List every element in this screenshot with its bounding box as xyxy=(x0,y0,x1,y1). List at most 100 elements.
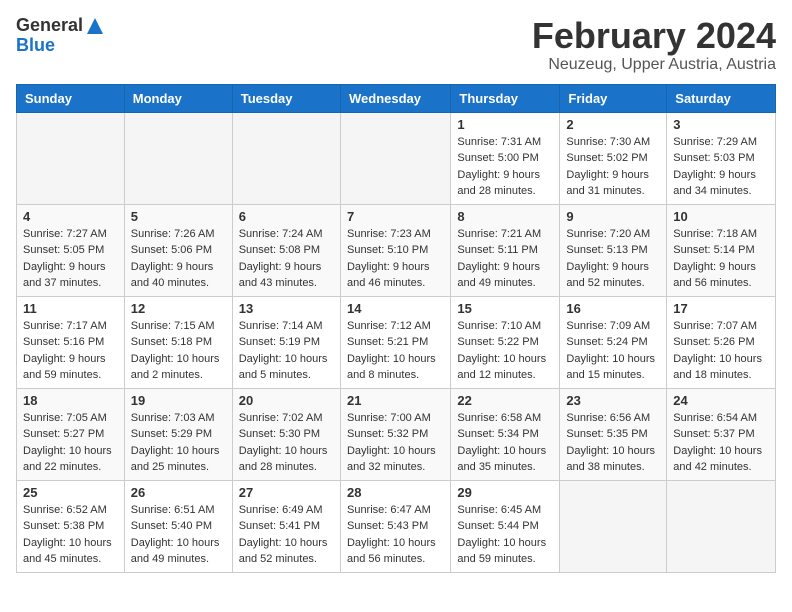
day-info: Sunrise: 7:10 AMSunset: 5:22 PMDaylight:… xyxy=(457,318,553,384)
calendar-cell: 13 Sunrise: 7:14 AMSunset: 5:19 PMDayligh… xyxy=(232,296,340,388)
calendar-cell: 12Sunrise: 7:15 AMSunset: 5:18 PMDayligh… xyxy=(124,296,232,388)
day-number: 28 xyxy=(347,485,444,500)
day-info: Sunrise: 7:21 AMSunset: 5:11 PMDaylight:… xyxy=(457,226,553,292)
day-number: 8 xyxy=(457,209,553,224)
day-info: Sunrise: 7:07 AMSunset: 5:26 PMDaylight:… xyxy=(673,318,769,384)
day-info: Sunrise: 7:24 AMSunset: 5:08 PMDaylight:… xyxy=(239,226,334,292)
day-number: 3 xyxy=(673,117,769,132)
day-info: Sunrise: 6:54 AMSunset: 5:37 PMDaylight:… xyxy=(673,410,769,476)
title-section: February 2024 Neuzeug, Upper Austria, Au… xyxy=(532,16,776,74)
day-info: Sunrise: 7:30 AMSunset: 5:02 PMDaylight:… xyxy=(566,134,660,200)
day-number: 14 xyxy=(347,301,444,316)
day-number: 20 xyxy=(239,393,334,408)
calendar-cell: 17 Sunrise: 7:07 AMSunset: 5:26 PMDayligh… xyxy=(667,296,776,388)
day-number: 12 xyxy=(131,301,226,316)
day-number: 27 xyxy=(239,485,334,500)
day-info: Sunrise: 6:52 AMSunset: 5:38 PMDaylight:… xyxy=(23,502,118,568)
day-info: Sunrise: 6:56 AMSunset: 5:35 PMDaylight:… xyxy=(566,410,660,476)
logo-icon xyxy=(85,16,105,36)
day-number: 2 xyxy=(566,117,660,132)
calendar-cell: 28 Sunrise: 6:47 AMSunset: 5:43 PMDayligh… xyxy=(340,480,450,572)
calendar-table: Sunday Monday Tuesday Wednesday Thursday… xyxy=(16,84,776,573)
calendar-cell xyxy=(340,112,450,204)
calendar-cell: 8 Sunrise: 7:21 AMSunset: 5:11 PMDaylight… xyxy=(451,204,560,296)
calendar-cell: 26Sunrise: 6:51 AMSunset: 5:40 PMDayligh… xyxy=(124,480,232,572)
calendar-week-4: 18 Sunrise: 7:05 AMSunset: 5:27 PMDayligh… xyxy=(17,388,776,480)
calendar-cell: 10Sunrise: 7:18 AMSunset: 5:14 PMDayligh… xyxy=(667,204,776,296)
day-number: 21 xyxy=(347,393,444,408)
col-sunday: Sunday xyxy=(17,84,125,112)
calendar-cell: 25 Sunrise: 6:52 AMSunset: 5:38 PMDayligh… xyxy=(17,480,125,572)
day-number: 4 xyxy=(23,209,118,224)
calendar-cell: 4Sunrise: 7:27 AMSunset: 5:05 PMDaylight… xyxy=(17,204,125,296)
calendar-cell xyxy=(124,112,232,204)
day-info: Sunrise: 7:00 AMSunset: 5:32 PMDaylight:… xyxy=(347,410,444,476)
calendar-cell: 14Sunrise: 7:12 AMSunset: 5:21 PMDayligh… xyxy=(340,296,450,388)
day-number: 1 xyxy=(457,117,553,132)
day-info: Sunrise: 7:29 AMSunset: 5:03 PMDaylight:… xyxy=(673,134,769,200)
calendar-cell: 16Sunrise: 7:09 AMSunset: 5:24 PMDayligh… xyxy=(560,296,667,388)
calendar-cell: 15 Sunrise: 7:10 AMSunset: 5:22 PMDayligh… xyxy=(451,296,560,388)
day-number: 11 xyxy=(23,301,118,316)
day-info: Sunrise: 7:09 AMSunset: 5:24 PMDaylight:… xyxy=(566,318,660,384)
day-number: 9 xyxy=(566,209,660,224)
calendar-cell: 24 Sunrise: 6:54 AMSunset: 5:37 PMDayligh… xyxy=(667,388,776,480)
calendar-cell xyxy=(232,112,340,204)
calendar-cell: 6 Sunrise: 7:24 AMSunset: 5:08 PMDaylight… xyxy=(232,204,340,296)
calendar-week-1: 1 Sunrise: 7:31 AMSunset: 5:00 PMDaylight… xyxy=(17,112,776,204)
calendar-cell: 9 Sunrise: 7:20 AMSunset: 5:13 PMDaylight… xyxy=(560,204,667,296)
calendar-cell: 29 Sunrise: 6:45 AMSunset: 5:44 PMDayligh… xyxy=(451,480,560,572)
month-title: February 2024 xyxy=(532,16,776,56)
calendar-cell xyxy=(17,112,125,204)
day-number: 13 xyxy=(239,301,334,316)
day-number: 29 xyxy=(457,485,553,500)
calendar-cell: 3 Sunrise: 7:29 AMSunset: 5:03 PMDaylight… xyxy=(667,112,776,204)
day-info: Sunrise: 6:47 AMSunset: 5:43 PMDaylight:… xyxy=(347,502,444,568)
calendar-week-5: 25 Sunrise: 6:52 AMSunset: 5:38 PMDayligh… xyxy=(17,480,776,572)
calendar-header-row: Sunday Monday Tuesday Wednesday Thursday… xyxy=(17,84,776,112)
calendar-cell: 7 Sunrise: 7:23 AMSunset: 5:10 PMDaylight… xyxy=(340,204,450,296)
calendar-cell xyxy=(560,480,667,572)
calendar-cell: 27Sunrise: 6:49 AMSunset: 5:41 PMDayligh… xyxy=(232,480,340,572)
calendar-cell: 23Sunrise: 6:56 AMSunset: 5:35 PMDayligh… xyxy=(560,388,667,480)
logo-blue-text: Blue xyxy=(16,36,105,56)
day-info: Sunrise: 7:20 AMSunset: 5:13 PMDaylight:… xyxy=(566,226,660,292)
col-wednesday: Wednesday xyxy=(340,84,450,112)
calendar-cell: 22 Sunrise: 6:58 AMSunset: 5:34 PMDayligh… xyxy=(451,388,560,480)
logo-general-text: General xyxy=(16,16,83,36)
day-info: Sunrise: 7:02 AMSunset: 5:30 PMDaylight:… xyxy=(239,410,334,476)
day-info: Sunrise: 7:14 AMSunset: 5:19 PMDaylight:… xyxy=(239,318,334,384)
calendar-cell: 18 Sunrise: 7:05 AMSunset: 5:27 PMDayligh… xyxy=(17,388,125,480)
day-info: Sunrise: 6:45 AMSunset: 5:44 PMDaylight:… xyxy=(457,502,553,568)
day-info: Sunrise: 7:26 AMSunset: 5:06 PMDaylight:… xyxy=(131,226,226,292)
calendar-cell: 21 Sunrise: 7:00 AMSunset: 5:32 PMDayligh… xyxy=(340,388,450,480)
calendar-cell: 20 Sunrise: 7:02 AMSunset: 5:30 PMDayligh… xyxy=(232,388,340,480)
calendar-cell: 1 Sunrise: 7:31 AMSunset: 5:00 PMDaylight… xyxy=(451,112,560,204)
col-friday: Friday xyxy=(560,84,667,112)
day-number: 10 xyxy=(673,209,769,224)
day-number: 18 xyxy=(23,393,118,408)
day-number: 25 xyxy=(23,485,118,500)
calendar-cell: 11Sunrise: 7:17 AMSunset: 5:16 PMDayligh… xyxy=(17,296,125,388)
col-monday: Monday xyxy=(124,84,232,112)
calendar-cell: 19Sunrise: 7:03 AMSunset: 5:29 PMDayligh… xyxy=(124,388,232,480)
day-number: 22 xyxy=(457,393,553,408)
day-info: Sunrise: 7:23 AMSunset: 5:10 PMDaylight:… xyxy=(347,226,444,292)
day-number: 15 xyxy=(457,301,553,316)
day-info: Sunrise: 6:51 AMSunset: 5:40 PMDaylight:… xyxy=(131,502,226,568)
calendar-cell: 2 Sunrise: 7:30 AMSunset: 5:02 PMDaylight… xyxy=(560,112,667,204)
calendar-week-2: 4Sunrise: 7:27 AMSunset: 5:05 PMDaylight… xyxy=(17,204,776,296)
col-saturday: Saturday xyxy=(667,84,776,112)
day-number: 5 xyxy=(131,209,226,224)
calendar-cell: 5 Sunrise: 7:26 AMSunset: 5:06 PMDaylight… xyxy=(124,204,232,296)
day-number: 17 xyxy=(673,301,769,316)
day-number: 24 xyxy=(673,393,769,408)
day-info: Sunrise: 7:31 AMSunset: 5:00 PMDaylight:… xyxy=(457,134,553,200)
day-info: Sunrise: 7:05 AMSunset: 5:27 PMDaylight:… xyxy=(23,410,118,476)
day-number: 6 xyxy=(239,209,334,224)
day-info: Sunrise: 6:58 AMSunset: 5:34 PMDaylight:… xyxy=(457,410,553,476)
calendar-week-3: 11Sunrise: 7:17 AMSunset: 5:16 PMDayligh… xyxy=(17,296,776,388)
col-tuesday: Tuesday xyxy=(232,84,340,112)
day-number: 7 xyxy=(347,209,444,224)
col-thursday: Thursday xyxy=(451,84,560,112)
